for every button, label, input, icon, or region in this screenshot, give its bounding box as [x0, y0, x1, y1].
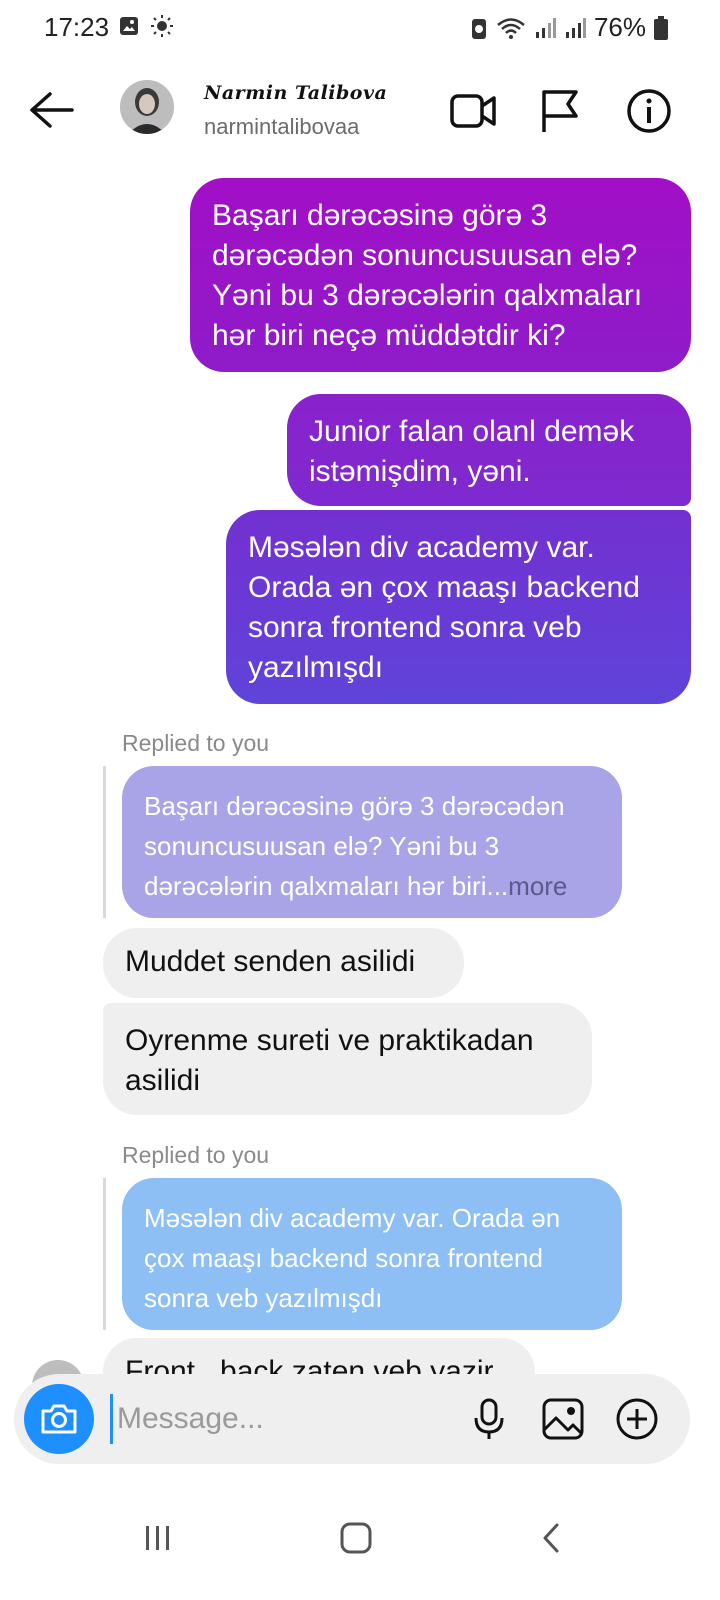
microphone-icon [474, 1398, 504, 1439]
message-out-1[interactable]: Başarı dərəcəsinə görə 3 dərəcədən sonun… [190, 178, 691, 372]
home-icon [340, 1522, 372, 1554]
quote-text: Başarı dərəcəsinə görə 3 dərəcədən sonun… [144, 791, 565, 901]
video-call-button[interactable] [448, 86, 498, 136]
gallery-button[interactable] [540, 1396, 586, 1442]
gallery-icon [542, 1398, 584, 1440]
recent-apps-button[interactable] [128, 1508, 188, 1568]
info-button[interactable] [624, 86, 674, 136]
back-button[interactable] [26, 88, 76, 132]
message-text: Oyrenme sureti ve praktikadan asilidi [125, 1024, 534, 1097]
avatar-image [120, 80, 174, 134]
plus-circle-icon [616, 1398, 658, 1440]
home-button[interactable] [326, 1508, 386, 1568]
message-composer [14, 1374, 690, 1464]
reply-divider [103, 766, 106, 918]
message-in-2[interactable]: Oyrenme sureti ve praktikadan asilidi [103, 1003, 592, 1115]
message-text: Muddet senden asilidi [125, 945, 416, 978]
battery-saver-icon [471, 18, 486, 39]
battery-icon [654, 15, 668, 40]
system-nav-bar [0, 1490, 720, 1600]
contact-username[interactable]: narmintalibovaa [204, 114, 359, 140]
reply-divider [103, 1178, 106, 1330]
gallery-notification-icon [120, 17, 138, 35]
signal-icon-2 [565, 17, 586, 38]
replied-quote-2[interactable]: Məsələn div academy var. Orada ən çox ma… [122, 1178, 622, 1330]
quote-text: Məsələn div academy var. Orada ən çox ma… [144, 1203, 561, 1313]
voice-message-button[interactable] [466, 1396, 512, 1442]
message-in-1[interactable]: Muddet senden asilidi [103, 928, 464, 998]
status-bar: 17:23 76% [0, 0, 720, 58]
message-text: Başarı dərəcəsinə görə 3 dərəcədən sonun… [212, 199, 643, 352]
reply-label: Replied to you [122, 730, 270, 756]
more-options-button[interactable] [614, 1396, 660, 1442]
recent-apps-icon [146, 1526, 169, 1550]
back-arrow-icon [30, 92, 74, 128]
more-link[interactable]: more [508, 871, 567, 901]
message-text: Məsələn div academy var. Orada ən çox ma… [248, 531, 640, 684]
battery-percent: 76% [593, 12, 646, 42]
reply-label: Replied to you [122, 1142, 270, 1168]
brightness-icon [151, 15, 173, 37]
contact-name[interactable]: Narmin Talibova [204, 82, 387, 104]
message-out-3[interactable]: Məsələn div academy var. Orada ən çox ma… [226, 510, 691, 704]
chevron-left-icon [543, 1523, 559, 1553]
status-left-icons [118, 14, 174, 38]
contact-avatar[interactable] [120, 80, 174, 134]
chat-header: Narmin Talibova narmintalibovaa [0, 66, 720, 156]
replied-quote-1[interactable]: Başarı dərəcəsinə görə 3 dərəcədən sonun… [122, 766, 622, 918]
wifi-icon [497, 17, 525, 39]
system-back-button[interactable] [522, 1508, 582, 1568]
info-icon [627, 89, 671, 133]
camera-icon [41, 1404, 77, 1434]
flag-icon [542, 90, 578, 132]
status-right: 76% [470, 12, 668, 43]
report-button[interactable] [536, 86, 586, 136]
signal-icon-1 [535, 17, 556, 38]
message-out-2[interactable]: Junior falan olanl demək istəmişdim, yən… [287, 394, 691, 506]
video-call-icon [450, 94, 496, 128]
message-text: Junior falan olanl demək istəmişdim, yən… [309, 415, 635, 488]
camera-button[interactable] [24, 1384, 94, 1454]
message-input[interactable] [110, 1394, 450, 1444]
status-time: 17:23 [44, 12, 110, 42]
